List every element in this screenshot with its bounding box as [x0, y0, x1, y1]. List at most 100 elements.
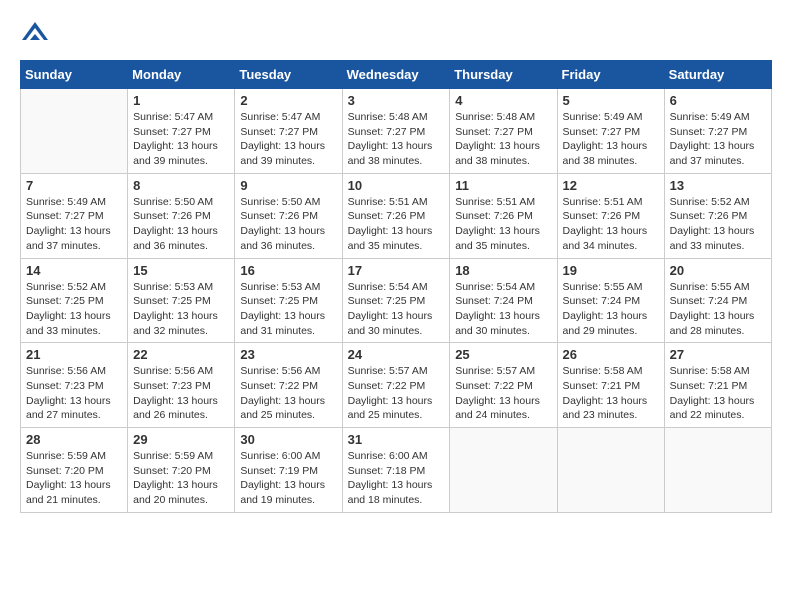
calendar-cell: 1 Sunrise: 5:47 AMSunset: 7:27 PMDaylight…: [128, 89, 235, 174]
calendar-cell: 15 Sunrise: 5:53 AMSunset: 7:25 PMDayligh…: [128, 258, 235, 343]
day-number: 10: [348, 178, 445, 193]
day-info: Sunrise: 5:52 AMSunset: 7:26 PMDaylight:…: [670, 195, 766, 254]
calendar-cell: 23 Sunrise: 5:56 AMSunset: 7:22 PMDayligh…: [235, 343, 342, 428]
day-info: Sunrise: 5:50 AMSunset: 7:26 PMDaylight:…: [240, 195, 336, 254]
day-info: Sunrise: 5:53 AMSunset: 7:25 PMDaylight:…: [133, 280, 229, 339]
day-info: Sunrise: 5:54 AMSunset: 7:24 PMDaylight:…: [455, 280, 551, 339]
calendar-cell: 20 Sunrise: 5:55 AMSunset: 7:24 PMDayligh…: [664, 258, 771, 343]
day-info: Sunrise: 5:54 AMSunset: 7:25 PMDaylight:…: [348, 280, 445, 339]
day-info: Sunrise: 5:57 AMSunset: 7:22 PMDaylight:…: [348, 364, 445, 423]
header-monday: Monday: [128, 61, 235, 89]
day-number: 29: [133, 432, 229, 447]
header-sunday: Sunday: [21, 61, 128, 89]
header-saturday: Saturday: [664, 61, 771, 89]
day-number: 18: [455, 263, 551, 278]
calendar-cell: 19 Sunrise: 5:55 AMSunset: 7:24 PMDayligh…: [557, 258, 664, 343]
header-tuesday: Tuesday: [235, 61, 342, 89]
day-info: Sunrise: 5:48 AMSunset: 7:27 PMDaylight:…: [348, 110, 445, 169]
calendar-cell: 7 Sunrise: 5:49 AMSunset: 7:27 PMDaylight…: [21, 173, 128, 258]
calendar-cell: 10 Sunrise: 5:51 AMSunset: 7:26 PMDayligh…: [342, 173, 450, 258]
calendar-cell: 12Sunrise: 5:51 AMSunset: 7:26 PMDayligh…: [557, 173, 664, 258]
calendar-cell: 4 Sunrise: 5:48 AMSunset: 7:27 PMDaylight…: [450, 89, 557, 174]
calendar-cell: 2Sunrise: 5:47 AMSunset: 7:27 PMDaylight…: [235, 89, 342, 174]
day-number: 13: [670, 178, 766, 193]
day-info: Sunrise: 6:00 AMSunset: 7:19 PMDaylight:…: [240, 449, 336, 508]
day-number: 19: [563, 263, 659, 278]
day-info: Sunrise: 5:51 AMSunset: 7:26 PMDaylight:…: [455, 195, 551, 254]
calendar-cell: 18 Sunrise: 5:54 AMSunset: 7:24 PMDayligh…: [450, 258, 557, 343]
calendar-cell: [450, 428, 557, 513]
day-info: Sunrise: 5:56 AMSunset: 7:22 PMDaylight:…: [240, 364, 336, 423]
header-thursday: Thursday: [450, 61, 557, 89]
day-number: 16: [240, 263, 336, 278]
calendar-cell: 5Sunrise: 5:49 AMSunset: 7:27 PMDaylight…: [557, 89, 664, 174]
week-row-3: 21 Sunrise: 5:56 AMSunset: 7:23 PMDayligh…: [21, 343, 772, 428]
day-number: 22: [133, 347, 229, 362]
day-info: Sunrise: 5:55 AMSunset: 7:24 PMDaylight:…: [563, 280, 659, 339]
day-number: 26: [563, 347, 659, 362]
day-info: Sunrise: 5:59 AMSunset: 7:20 PMDaylight:…: [26, 449, 122, 508]
header-wednesday: Wednesday: [342, 61, 450, 89]
day-number: 17: [348, 263, 445, 278]
day-number: 4: [455, 93, 551, 108]
day-number: 25: [455, 347, 551, 362]
day-info: Sunrise: 5:48 AMSunset: 7:27 PMDaylight:…: [455, 110, 551, 169]
day-info: Sunrise: 5:56 AMSunset: 7:23 PMDaylight:…: [26, 364, 122, 423]
calendar-cell: 31Sunrise: 6:00 AMSunset: 7:18 PMDayligh…: [342, 428, 450, 513]
day-info: Sunrise: 5:49 AMSunset: 7:27 PMDaylight:…: [26, 195, 122, 254]
calendar-cell: 30 Sunrise: 6:00 AMSunset: 7:19 PMDayligh…: [235, 428, 342, 513]
calendar-cell: [21, 89, 128, 174]
day-number: 21: [26, 347, 122, 362]
day-number: 30: [240, 432, 336, 447]
calendar-cell: 25 Sunrise: 5:57 AMSunset: 7:22 PMDayligh…: [450, 343, 557, 428]
day-info: Sunrise: 5:56 AMSunset: 7:23 PMDaylight:…: [133, 364, 229, 423]
calendar-cell: 3 Sunrise: 5:48 AMSunset: 7:27 PMDaylight…: [342, 89, 450, 174]
day-number: 2: [240, 93, 336, 108]
calendar-cell: [557, 428, 664, 513]
calendar-cell: 8 Sunrise: 5:50 AMSunset: 7:26 PMDaylight…: [128, 173, 235, 258]
day-number: 8: [133, 178, 229, 193]
day-info: Sunrise: 5:57 AMSunset: 7:22 PMDaylight:…: [455, 364, 551, 423]
week-row-2: 14 Sunrise: 5:52 AMSunset: 7:25 PMDayligh…: [21, 258, 772, 343]
calendar-cell: 28Sunrise: 5:59 AMSunset: 7:20 PMDayligh…: [21, 428, 128, 513]
week-row-1: 7 Sunrise: 5:49 AMSunset: 7:27 PMDaylight…: [21, 173, 772, 258]
day-info: Sunrise: 5:51 AMSunset: 7:26 PMDaylight:…: [348, 195, 445, 254]
day-number: 11: [455, 178, 551, 193]
day-number: 20: [670, 263, 766, 278]
calendar-cell: 21 Sunrise: 5:56 AMSunset: 7:23 PMDayligh…: [21, 343, 128, 428]
day-info: Sunrise: 5:50 AMSunset: 7:26 PMDaylight:…: [133, 195, 229, 254]
calendar-table: SundayMondayTuesdayWednesdayThursdayFrid…: [20, 60, 772, 513]
logo-icon: [20, 20, 50, 50]
calendar-cell: 6 Sunrise: 5:49 AMSunset: 7:27 PMDaylight…: [664, 89, 771, 174]
day-number: 1: [133, 93, 229, 108]
day-number: 6: [670, 93, 766, 108]
day-number: 12: [563, 178, 659, 193]
calendar-cell: 16 Sunrise: 5:53 AMSunset: 7:25 PMDayligh…: [235, 258, 342, 343]
page-header: [20, 20, 772, 50]
day-number: 7: [26, 178, 122, 193]
day-number: 14: [26, 263, 122, 278]
day-number: 31: [348, 432, 445, 447]
day-info: Sunrise: 5:47 AMSunset: 7:27 PMDaylight:…: [133, 110, 229, 169]
calendar-cell: 17 Sunrise: 5:54 AMSunset: 7:25 PMDayligh…: [342, 258, 450, 343]
calendar-cell: 14 Sunrise: 5:52 AMSunset: 7:25 PMDayligh…: [21, 258, 128, 343]
header-friday: Friday: [557, 61, 664, 89]
day-number: 3: [348, 93, 445, 108]
day-info: Sunrise: 5:49 AMSunset: 7:27 PMDaylight:…: [670, 110, 766, 169]
calendar-cell: 24 Sunrise: 5:57 AMSunset: 7:22 PMDayligh…: [342, 343, 450, 428]
day-number: 23: [240, 347, 336, 362]
day-info: Sunrise: 5:52 AMSunset: 7:25 PMDaylight:…: [26, 280, 122, 339]
day-number: 5: [563, 93, 659, 108]
calendar-cell: 11 Sunrise: 5:51 AMSunset: 7:26 PMDayligh…: [450, 173, 557, 258]
day-number: 24: [348, 347, 445, 362]
calendar-cell: 22 Sunrise: 5:56 AMSunset: 7:23 PMDayligh…: [128, 343, 235, 428]
day-info: Sunrise: 5:58 AMSunset: 7:21 PMDaylight:…: [670, 364, 766, 423]
calendar-header-row: SundayMondayTuesdayWednesdayThursdayFrid…: [21, 61, 772, 89]
day-info: Sunrise: 5:53 AMSunset: 7:25 PMDaylight:…: [240, 280, 336, 339]
day-number: 15: [133, 263, 229, 278]
day-number: 9: [240, 178, 336, 193]
calendar-cell: 27Sunrise: 5:58 AMSunset: 7:21 PMDayligh…: [664, 343, 771, 428]
logo: [20, 20, 54, 50]
day-info: Sunrise: 5:55 AMSunset: 7:24 PMDaylight:…: [670, 280, 766, 339]
calendar-cell: 29Sunrise: 5:59 AMSunset: 7:20 PMDayligh…: [128, 428, 235, 513]
